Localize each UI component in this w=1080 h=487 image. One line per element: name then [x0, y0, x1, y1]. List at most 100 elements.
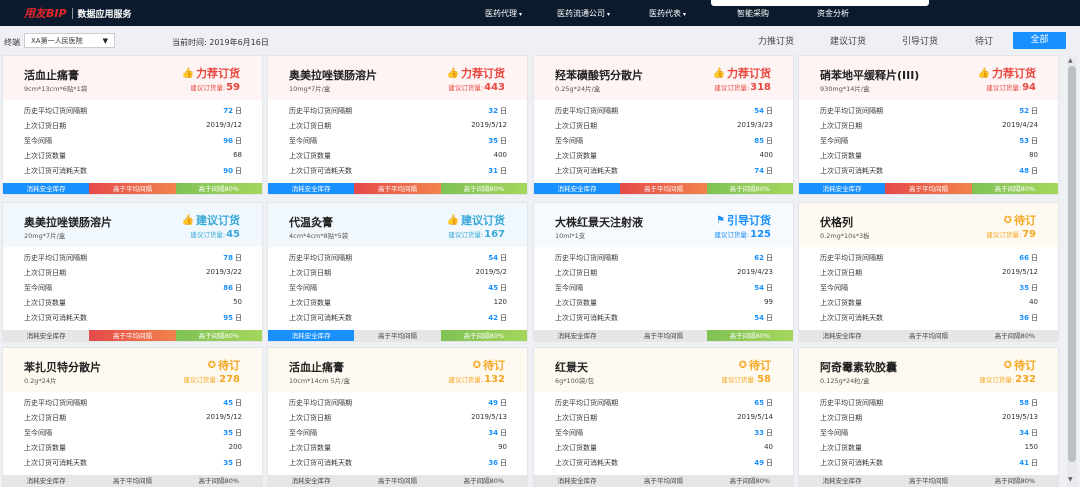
suggested-quantity: 建议订货量:58: [721, 374, 771, 385]
order-status-label: 待订: [1014, 214, 1036, 227]
order-status-label: 待订: [483, 359, 505, 372]
nav-item-distribution-company[interactable]: 医药流通公司 ▾: [557, 8, 610, 19]
product-card[interactable]: 阿奇霉素软胶囊 0.125g*24粒/盒 ✪ 待订 建议订货量:232 历史平均订货间隔期…: [798, 347, 1059, 487]
metric-number: 2019/5/13: [471, 413, 507, 421]
status-segment: 消耗安全库存: [268, 330, 355, 341]
chevron-down-icon: ▾: [519, 11, 523, 18]
metric-number: 49: [754, 459, 764, 467]
scrollbar-thumb[interactable]: [1068, 66, 1076, 462]
order-status-label: 力荐订货: [992, 67, 1036, 80]
order-status-badge: ✪ 待订: [1004, 357, 1036, 373]
metric-value: 50: [233, 298, 242, 306]
metric-number: 54: [754, 284, 764, 292]
chevron-down-icon: ▾: [607, 11, 611, 18]
order-status-label: 引导订货: [727, 214, 771, 227]
nav-item-smart-procurement[interactable]: 智能采购: [737, 8, 769, 19]
metric-row: 上次订货日期 2019/5/13: [820, 411, 1038, 425]
status-segment: 高于平均间隔: [354, 183, 441, 194]
nav-item-funds-analysis[interactable]: 资金分析: [817, 8, 849, 19]
product-card[interactable]: 奥美拉唑镁肠溶片 20mg*7片/盒 👍 建议订货 建议订货量:45 历史平均订货间隔期 7…: [2, 202, 263, 342]
status-segment: 高于间隔80%: [971, 475, 1058, 486]
metric-unit: 日: [766, 459, 773, 467]
status-segment: 高于平均间隔: [354, 330, 441, 341]
suggested-quantity: 建议订货量:232: [979, 374, 1036, 385]
filter-push-order-button[interactable]: 力推订货: [758, 34, 794, 47]
product-card[interactable]: 代温灸膏 4cm*4cm*8贴*5袋 👍 建议订货 建议订货量:167 历史平均订货间隔期…: [267, 202, 528, 342]
metric-label: 上次订货日期: [820, 414, 862, 422]
metric-label: 历史平均订货间隔期: [820, 107, 883, 115]
product-spec: 10cm*14cm 5片/盒: [289, 377, 350, 385]
metric-number: 74: [754, 167, 764, 175]
scroll-down-icon[interactable]: ▼: [1068, 476, 1073, 483]
nav-dropdown-panel: [711, 0, 929, 6]
card-header: 红景天 6g*100袋/包 ✪ 待订 建议订货量:58: [534, 348, 793, 392]
metric-number: 96: [223, 137, 233, 145]
metric-unit: 日: [500, 399, 507, 407]
order-status-badge: ✪ 待订: [1004, 212, 1036, 228]
metric-value: 45 日: [223, 398, 242, 408]
nav-item-pharma-agent[interactable]: 医药代理 ▾: [485, 8, 522, 19]
suggested-quantity-label: 建议订货量:: [190, 84, 226, 92]
metric-value: 90: [498, 443, 507, 451]
product-card[interactable]: 活血止痛膏 9cm*13cm*6贴*1袋 👍 力荐订货 建议订货量:59 历史平均订货间隔…: [2, 55, 263, 195]
chevron-down-icon: ▾: [683, 11, 687, 18]
filter-all-button[interactable]: 全部: [1013, 32, 1066, 49]
order-status-badge: 👍 力荐订货: [978, 65, 1036, 81]
metric-value: 35 日: [223, 428, 242, 438]
filter-suggest-order-button[interactable]: 建议订货: [830, 34, 866, 47]
status-segment: 高于平均间隔: [89, 330, 176, 341]
app-subtitle: 数据应用服务: [77, 9, 132, 20]
product-card[interactable]: 红景天 6g*100袋/包 ✪ 待订 建议订货量:58 历史平均订货间隔期 65 日上次订货日…: [533, 347, 794, 487]
product-card[interactable]: 活血止痛膏 10cm*14cm 5片/盒 ✪ 待订 建议订货量:132 历史平均订货间隔期…: [267, 347, 528, 487]
product-name: 硝苯地平缓释片(III): [820, 69, 920, 82]
metric-label: 上次订货可消耗天数: [289, 314, 352, 322]
metric-number: 400: [759, 151, 773, 159]
card-header: 羟苯磺酸钙分散片 0.25g*24片/盒 👍 力荐订货 建议订货量:318: [534, 56, 793, 100]
product-card[interactable]: 大株红景天注射液 10ml*1支 ⚑ 引导订货 建议订货量:125 历史平均订货间隔期 62…: [533, 202, 794, 342]
status-segment: 高于平均间隔: [89, 183, 176, 194]
card-header: 活血止痛膏 10cm*14cm 5片/盒 ✪ 待订 建议订货量:132: [268, 348, 527, 392]
metric-value: 52 日: [1019, 106, 1038, 116]
filter-pending-button[interactable]: 待订: [975, 34, 993, 47]
metric-unit: 日: [1031, 254, 1038, 262]
status-segment: 高于间隔80%: [971, 183, 1058, 194]
status-segment: 高于间隔80%: [440, 330, 527, 341]
metric-label: 上次订货数量: [289, 152, 331, 160]
product-card[interactable]: 苯扎贝特分散片 0.2g*24片 ✪ 待订 建议订货量:278 历史平均订货间隔期 45 日上…: [2, 347, 263, 487]
product-card[interactable]: 伏格列 0.2mg*10s*3板 ✪ 待订 建议订货量:79 历史平均订货间隔期 66 日上次…: [798, 202, 1059, 342]
suggested-quantity-value: 125: [750, 229, 771, 240]
product-card[interactable]: 羟苯磺酸钙分散片 0.25g*24片/盒 👍 力荐订货 建议订货量:318 历史平均订货间…: [533, 55, 794, 195]
terminal-select[interactable]: XA第一人民医院 ▼: [24, 33, 115, 48]
metric-unit: 日: [235, 429, 242, 437]
metric-number: 120: [493, 298, 507, 306]
metric-value: 54 日: [754, 283, 773, 293]
suggested-quantity-label: 建议订货量:: [190, 231, 226, 239]
app-logo[interactable]: 用友BIP 数据应用服务: [24, 6, 132, 20]
product-spec: 0.2mg*10s*3板: [820, 232, 870, 240]
status-segment: 高于平均间隔: [885, 475, 972, 486]
scroll-up-icon[interactable]: ▲: [1068, 57, 1073, 64]
suggested-quantity-label: 建议订货量:: [979, 376, 1015, 384]
metric-value: 54 日: [754, 313, 773, 323]
nav-item-pharma-rep[interactable]: 医药代表 ▾: [649, 8, 686, 19]
metric-number: 2019/4/24: [1002, 121, 1038, 129]
status-segment: 消耗安全库存: [3, 330, 90, 341]
product-spec: 10mg*7片/盒: [289, 85, 331, 93]
metric-number: 150: [1024, 443, 1038, 451]
card-status-bar: 消耗安全库存 高于平均间隔 高于间隔80%: [3, 330, 262, 341]
product-card[interactable]: 奥美拉唑镁肠溶片 10mg*7片/盒 👍 力荐订货 建议订货量:443 历史平均订货间隔期…: [267, 55, 528, 195]
metric-value: 45 日: [488, 283, 507, 293]
metric-number: 36: [1019, 314, 1029, 322]
metric-unit: 日: [766, 399, 773, 407]
product-card[interactable]: 硝苯地平缓释片(III) 930mg*14片/盒 👍 力荐订货 建议订货量:94 历史平均…: [798, 55, 1059, 195]
card-status-bar: 消耗安全库存 高于平均间隔 高于间隔80%: [534, 330, 793, 341]
metric-row: 上次订货数量 40: [555, 441, 773, 455]
order-status-badge: ✪ 待订: [208, 357, 240, 373]
filter-guide-order-button[interactable]: 引导订货: [902, 34, 938, 47]
status-segment: 高于平均间隔: [620, 330, 707, 341]
metric-row: 上次订货数量 150: [820, 441, 1038, 455]
metric-row: 上次订货可消耗天数 95 日: [24, 311, 242, 325]
thumbs-up-icon: 👍: [181, 67, 194, 79]
metric-number: 200: [228, 443, 242, 451]
metric-number: 66: [1019, 254, 1029, 262]
